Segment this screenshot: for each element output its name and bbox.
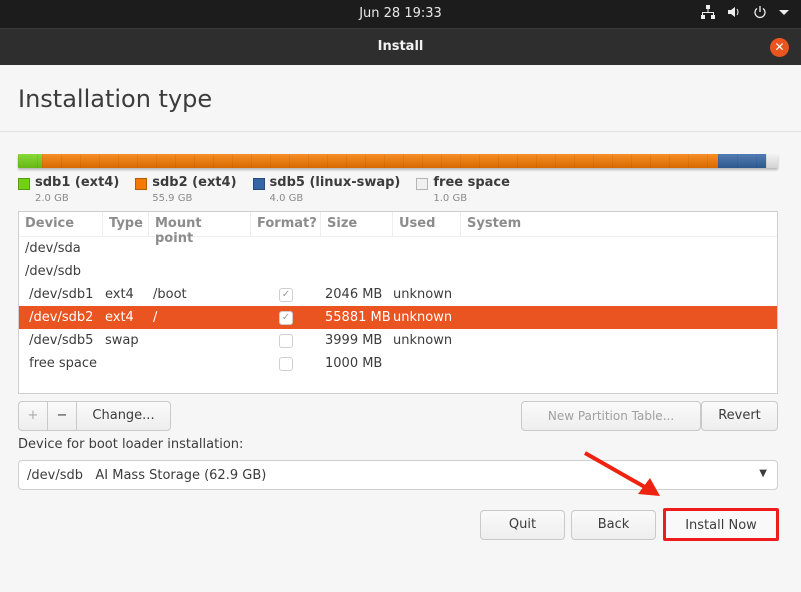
cell-used: unknown bbox=[393, 287, 453, 302]
format-checkbox[interactable] bbox=[279, 333, 293, 348]
network-icon bbox=[701, 5, 715, 19]
cell-format: ✓ bbox=[251, 310, 321, 325]
cell-size: 3999 MB bbox=[325, 333, 383, 348]
legend-swatch bbox=[135, 178, 148, 190]
cell-size: 55881 MB bbox=[325, 310, 391, 325]
table-row[interactable]: /dev/sda bbox=[19, 237, 777, 260]
close-icon[interactable]: ✕ bbox=[770, 38, 789, 57]
cell-device: /dev/sdb2 bbox=[25, 310, 94, 325]
cell-type: ext4 bbox=[105, 287, 134, 302]
legend-item: free space 1.0 GB bbox=[416, 175, 510, 204]
add-partition-button[interactable]: + bbox=[18, 401, 48, 431]
legend-size: 4.0 GB bbox=[269, 193, 304, 204]
partition-segment bbox=[18, 154, 43, 168]
partition-segment bbox=[42, 154, 718, 168]
cell-device: /dev/sdb1 bbox=[25, 287, 94, 302]
top-bar: Jun 28 19:33 bbox=[0, 0, 801, 28]
partition-table[interactable]: Device Type Mount point Format? Size Use… bbox=[18, 211, 778, 394]
legend-name: sdb1 (ext4) bbox=[35, 175, 120, 190]
cell-device: /dev/sdb5 bbox=[25, 333, 94, 348]
cell-format bbox=[251, 333, 321, 348]
cell-device: /dev/sda bbox=[25, 241, 81, 256]
cell-format bbox=[251, 356, 321, 371]
legend-size: 1.0 GB bbox=[433, 193, 468, 204]
partition-segment bbox=[717, 154, 766, 168]
partition-bar bbox=[18, 154, 778, 168]
cell-device: free space bbox=[25, 356, 98, 371]
table-row[interactable]: /dev/sdb2 ext4 / ✓ 55881 MB unknown bbox=[19, 306, 777, 329]
system-tray[interactable] bbox=[701, 5, 789, 19]
window-titlebar: Install ✕ bbox=[0, 28, 801, 65]
legend-item: sdb5 (linux-swap) 4.0 GB bbox=[252, 175, 401, 204]
legend-swatch bbox=[18, 178, 30, 190]
cell-type: ext4 bbox=[105, 310, 134, 325]
format-checkbox[interactable]: ✓ bbox=[279, 287, 293, 302]
cell-size: 2046 MB bbox=[325, 287, 383, 302]
new-partition-table-button[interactable]: New Partition Table... bbox=[521, 401, 701, 431]
col-system[interactable]: System bbox=[461, 212, 777, 236]
table-header: Device Type Mount point Format? Size Use… bbox=[19, 212, 777, 246]
installer-content: Installation type sdb1 (ext4) 2.0 GB sdb… bbox=[0, 65, 801, 592]
legend-item: sdb2 (ext4) 55.9 GB bbox=[135, 175, 237, 204]
volume-icon bbox=[728, 7, 739, 17]
divider bbox=[0, 131, 801, 132]
table-row[interactable]: /dev/sdb5 swap 3999 MB unknown bbox=[19, 329, 777, 352]
legend-swatch bbox=[252, 178, 265, 190]
bootloader-device-value: /dev/sdb AI Mass Storage (62.9 GB) bbox=[27, 468, 267, 483]
cell-used: unknown bbox=[393, 310, 453, 325]
power-icon bbox=[754, 6, 766, 19]
clock[interactable]: Jun 28 19:33 bbox=[0, 6, 801, 21]
table-row[interactable]: /dev/sdb bbox=[19, 260, 777, 283]
bootloader-label: Device for boot loader installation: bbox=[18, 437, 244, 452]
legend-size: 55.9 GB bbox=[152, 193, 193, 204]
cell-mount: / bbox=[153, 310, 158, 325]
partition-legend: sdb1 (ext4) 2.0 GB sdb2 (ext4) 55.9 GB s… bbox=[18, 175, 510, 204]
cell-device: /dev/sdb bbox=[25, 264, 81, 279]
cell-used: unknown bbox=[393, 333, 453, 348]
col-used[interactable]: Used bbox=[393, 212, 461, 236]
col-format[interactable]: Format? bbox=[251, 212, 321, 236]
col-mount[interactable]: Mount point bbox=[149, 212, 251, 246]
legend-name: free space bbox=[433, 175, 510, 190]
legend-name: sdb5 (linux-swap) bbox=[269, 175, 401, 190]
col-device[interactable]: Device bbox=[19, 212, 103, 236]
partition-segment bbox=[765, 154, 778, 168]
cell-type: swap bbox=[105, 333, 139, 348]
page-title: Installation type bbox=[18, 85, 213, 113]
legend-size: 2.0 GB bbox=[35, 193, 69, 204]
window-title: Install bbox=[377, 39, 424, 54]
table-row[interactable]: free space 1000 MB bbox=[19, 352, 777, 375]
legend-item: sdb1 (ext4) 2.0 GB bbox=[18, 175, 119, 204]
col-size[interactable]: Size bbox=[321, 212, 393, 236]
legend-name: sdb2 (ext4) bbox=[152, 175, 237, 190]
cell-format: ✓ bbox=[251, 287, 321, 302]
annotation-arrow bbox=[584, 451, 660, 496]
legend-swatch bbox=[416, 178, 429, 190]
menu-arrow-icon bbox=[779, 10, 789, 15]
change-partition-button[interactable]: Change... bbox=[76, 401, 171, 431]
remove-partition-button[interactable]: − bbox=[47, 401, 77, 431]
quit-button[interactable]: Quit bbox=[480, 510, 565, 540]
format-checkbox[interactable]: ✓ bbox=[279, 310, 293, 325]
dropdown-arrow-icon: ▼ bbox=[759, 468, 767, 479]
install-now-button[interactable]: Install Now bbox=[663, 508, 779, 541]
cell-mount: /boot bbox=[153, 287, 187, 302]
back-button[interactable]: Back bbox=[571, 510, 656, 540]
format-checkbox[interactable] bbox=[279, 356, 293, 371]
table-body: /dev/sda /dev/sdb /dev/sdb1 ext4 /boot ✓… bbox=[19, 237, 777, 375]
revert-button[interactable]: Revert bbox=[701, 401, 778, 431]
col-type[interactable]: Type bbox=[103, 212, 149, 236]
cell-size: 1000 MB bbox=[325, 356, 383, 371]
table-row[interactable]: /dev/sdb1 ext4 /boot ✓ 2046 MB unknown bbox=[19, 283, 777, 306]
